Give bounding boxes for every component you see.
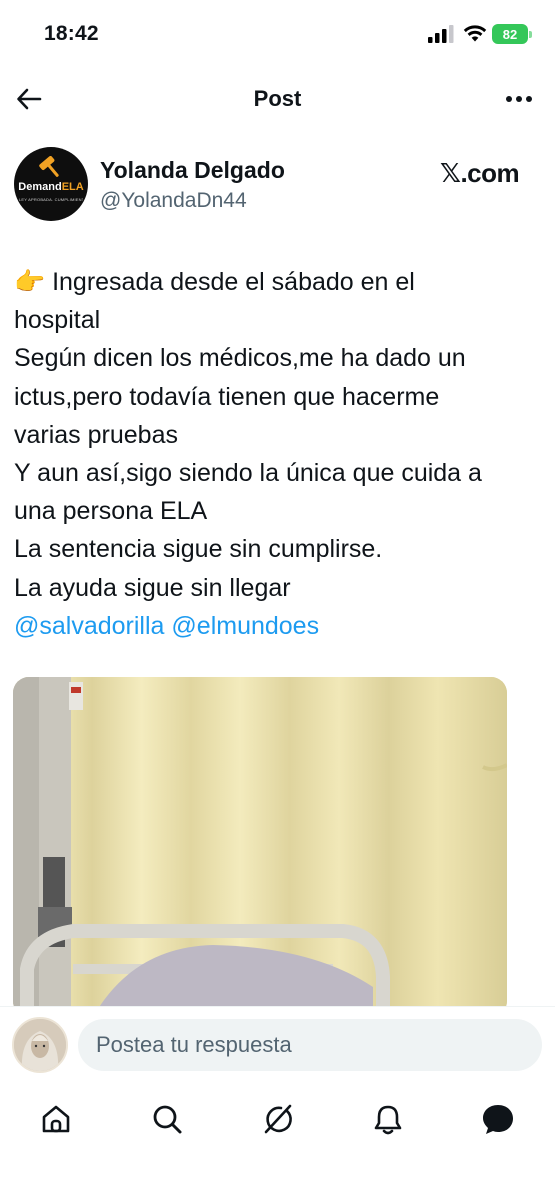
home-icon [42,1105,70,1133]
tweet-text: 👉 Ingresada desde el sábado en el hospit… [14,263,544,645]
wifi-icon [463,25,487,42]
tweet-line: Según dicen los médicos,me ha dado un [14,344,466,373]
gavel-icon [39,156,59,177]
tweet-line: 👉 Ingresada desde el sábado en el [14,268,415,296]
messages-icon [483,1105,513,1134]
reply-input[interactable] [78,1019,542,1071]
home-tab[interactable] [34,1097,78,1141]
messages-tab[interactable] [476,1097,520,1141]
mentions-line: @salvadorilla @elmundoes [14,607,544,645]
bottom-nav [0,1084,555,1200]
more-horizontal-icon [506,96,532,102]
mention-link[interactable]: @elmundoes [171,612,319,640]
status-time: 18:42 [44,22,99,45]
mention-link[interactable]: @salvadorilla [14,612,164,640]
tweet-line: varias pruebas [14,420,178,449]
avatar-logo-subtext: LEY APROBADA. CUMPLIMIENTO YA. [19,197,83,202]
status-bar: 18:42 82 [0,0,555,70]
more-options-button[interactable] [503,84,535,114]
notifications-tab[interactable] [366,1097,410,1141]
author-handle[interactable]: @YolandaDn44 [100,189,247,213]
battery-indicator: 82 [492,24,532,44]
x-watermark: 𝕏.com [440,158,520,188]
top-nav: Post [0,70,555,128]
tweet-line: Y aun así,sigo siendo la única que cuida… [14,459,482,488]
battery-level: 82 [502,26,518,42]
tweet-line: La sentencia sigue sin cumplirse. [14,535,383,564]
reply-bar [0,1006,555,1084]
tweet-line: ictus,pero todavía tienen que hacerme [14,382,440,411]
author-name[interactable]: Yolanda Delgado [100,157,285,184]
avatar-logo-text: DemandELA [18,181,84,193]
tweet-media-image[interactable] [13,677,507,1017]
notifications-icon [374,1105,402,1135]
cellular-signal-icon [428,25,454,43]
search-icon [153,1105,182,1134]
tweet-line: hospital [14,306,101,335]
tweet-line: La ayuda sigue sin llegar [14,573,291,602]
tweet-line: una persona ELA [14,497,208,526]
user-portrait-icon [14,1019,66,1071]
current-user-avatar[interactable] [12,1017,68,1073]
search-tab[interactable] [145,1097,189,1141]
hospital-room-photo [13,677,507,1017]
page-title: Post [253,86,302,111]
grok-tab[interactable] [255,1097,299,1141]
grok-icon [264,1104,292,1134]
author-avatar[interactable]: DemandELA LEY APROBADA. CUMPLIMIENTO YA. [14,147,88,221]
